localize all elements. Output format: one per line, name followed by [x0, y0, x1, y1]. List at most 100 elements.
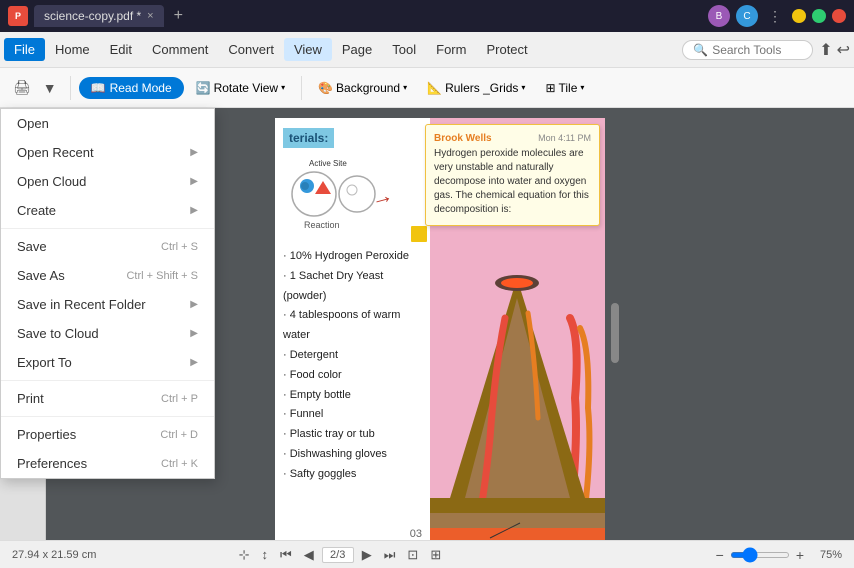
sticky-note-icon[interactable] [411, 226, 427, 242]
nav-last-btn[interactable]: ⏭ [380, 545, 400, 565]
print-shortcut: Ctrl + P [161, 393, 198, 405]
pdf-page: 4400°c BOOooo! Brook Wells Mon 4:11 PM H… [275, 118, 605, 540]
menu-view[interactable]: View [284, 38, 332, 61]
nav-cursor-btn[interactable]: ⊹ [235, 545, 254, 565]
svg-text:Reaction: Reaction [304, 220, 340, 230]
nav-hand-btn[interactable]: ↕ [258, 545, 273, 564]
preferences-shortcut: Ctrl + K [161, 458, 198, 470]
nav-next-btn[interactable]: ▶ [358, 545, 376, 565]
bullet-item-3: · 4 tablespoons of warm water [283, 306, 422, 346]
rulers-label: Rulers _Grids [445, 81, 518, 95]
bullet-item-4: · Detergent [283, 346, 422, 366]
tab-title: science-copy.pdf * [44, 9, 141, 23]
menu-save-recent-folder[interactable]: Save in Recent Folder ▶ [1, 290, 214, 319]
pdf-content-area: terials: Active Site [275, 118, 430, 540]
menu-convert[interactable]: Convert [218, 38, 284, 61]
bullet-item-1: · 10% Hydrogen Peroxide [283, 247, 422, 267]
open-recent-arrow: ▶ [190, 147, 198, 158]
zoom-slider[interactable] [730, 552, 790, 558]
menu-tool[interactable]: Tool [382, 38, 426, 61]
menu-protect[interactable]: Protect [476, 38, 537, 61]
zoom-in-btn[interactable]: + [794, 545, 806, 565]
menu-create[interactable]: Create ▶ [1, 196, 214, 225]
menu-export-to[interactable]: Export To ▶ [1, 348, 214, 377]
open-cloud-label: Open Cloud [17, 174, 86, 189]
nav-controls: ⊹ ↕ ⏮ ◀ 2/3 ▶ ⏭ ⊡ ⊞ [235, 545, 446, 565]
menu-page[interactable]: Page [332, 38, 382, 61]
menu-open-cloud[interactable]: Open Cloud ▶ [1, 167, 214, 196]
nav-fit-btn[interactable]: ⊡ [403, 545, 422, 565]
background-label: Background [336, 81, 400, 95]
profile-icon[interactable]: B [708, 5, 730, 27]
menu-comment[interactable]: Comment [142, 38, 218, 61]
rulers-icon: 📐 [427, 81, 442, 95]
background-icon: 🎨 [318, 81, 333, 95]
tab-add-button[interactable]: + [170, 7, 187, 25]
tab-close-icon[interactable]: × [147, 10, 153, 22]
search-icon: 🔍 [693, 43, 708, 57]
menu-print[interactable]: Print Ctrl + P [1, 384, 214, 413]
properties-label: Properties [17, 427, 76, 442]
menu-home[interactable]: Home [45, 38, 100, 61]
save-recent-arrow: ▶ [190, 299, 198, 310]
materials-title: terials: [283, 128, 334, 148]
scroll-indicator[interactable] [611, 303, 619, 363]
bullet-item-2: · 1 Sachet Dry Yeast (powder) [283, 267, 422, 307]
read-mode-icon: 📖 [91, 81, 106, 95]
tile-dropdown[interactable]: ⊞ Tile ▾ [537, 78, 592, 98]
print-label: Print [17, 391, 44, 406]
menu-edit[interactable]: Edit [100, 38, 142, 61]
menu-save[interactable]: Save Ctrl + S [1, 232, 214, 261]
rotate-label: Rotate View [214, 81, 278, 95]
nav-full-btn[interactable]: ⊞ [426, 545, 445, 565]
menu-save-cloud[interactable]: Save to Cloud ▶ [1, 319, 214, 348]
background-dropdown[interactable]: 🎨 Background ▾ [310, 78, 415, 98]
open-recent-label: Open Recent [17, 145, 94, 160]
read-mode-button[interactable]: 📖 Read Mode [79, 77, 184, 99]
menu-form[interactable]: Form [426, 38, 476, 61]
page-dimensions: 27.94 x 21.59 cm [12, 549, 96, 561]
maximize-button[interactable] [812, 9, 826, 23]
menu-open-recent[interactable]: Open Recent ▶ [1, 138, 214, 167]
nav-first-btn[interactable]: ⏮ [276, 545, 296, 565]
status-bar: 27.94 x 21.59 cm ⊹ ↕ ⏮ ◀ 2/3 ▶ ⏭ ⊡ ⊞ − +… [0, 540, 854, 568]
bullet-item-10: · Safty goggles [283, 465, 422, 485]
rotate-view-dropdown[interactable]: 🔄 Rotate View ▾ [188, 78, 293, 98]
scroll-area-right [605, 118, 625, 540]
tab[interactable]: science-copy.pdf * × [34, 5, 164, 27]
save-cloud-arrow: ▶ [190, 328, 198, 339]
menu-properties[interactable]: Properties Ctrl + D [1, 420, 214, 449]
file-dropdown-menu: Open Open Recent ▶ Open Cloud ▶ Create ▶… [0, 108, 215, 479]
toolbar-select-btn[interactable]: ▼ [38, 77, 62, 99]
zoom-controls: − + 75% [714, 545, 842, 565]
menu-file[interactable]: File [4, 38, 45, 61]
reaction-diagram-area: Active Site [279, 156, 418, 239]
rulers-caret: ▾ [521, 83, 525, 92]
annotation-author: Brook Wells [434, 133, 492, 144]
menu-save-as[interactable]: Save As Ctrl + Shift + S [1, 261, 214, 290]
save-recent-label: Save in Recent Folder [17, 297, 146, 312]
close-button[interactable] [832, 9, 846, 23]
more-icon[interactable]: ⋮ [764, 8, 786, 25]
minimize-button[interactable] [792, 9, 806, 23]
tile-label: Tile [559, 81, 578, 95]
menu-preferences[interactable]: Preferences Ctrl + K [1, 449, 214, 478]
annotation-text: Hydrogen peroxide molecules are very uns… [434, 147, 591, 217]
zoom-out-btn[interactable]: − [714, 545, 726, 565]
reaction-diagram: Active Site [279, 156, 429, 236]
toolbar-scan-btn[interactable]: 🖨 [8, 76, 36, 99]
bullet-item-9: · Dishwashing gloves [283, 445, 422, 465]
app-icon: P [8, 6, 28, 26]
collab-icon[interactable]: C [736, 5, 758, 27]
materials-list: · 10% Hydrogen Peroxide · 1 Sachet Dry Y… [283, 247, 422, 485]
help-icon[interactable]: ↩ [837, 40, 850, 60]
share-icon[interactable]: ⬆ [819, 40, 832, 60]
toolbar-icons-group[interactable]: 🖨 ▼ [8, 76, 62, 99]
menu-open[interactable]: Open [1, 109, 214, 138]
nav-prev-btn[interactable]: ◀ [300, 545, 318, 565]
search-input[interactable] [712, 43, 802, 57]
save-label: Save [17, 239, 47, 254]
save-as-shortcut: Ctrl + Shift + S [126, 270, 198, 282]
rulers-grids-dropdown[interactable]: 📐 Rulers _Grids ▾ [419, 78, 533, 98]
open-cloud-arrow: ▶ [190, 176, 198, 187]
